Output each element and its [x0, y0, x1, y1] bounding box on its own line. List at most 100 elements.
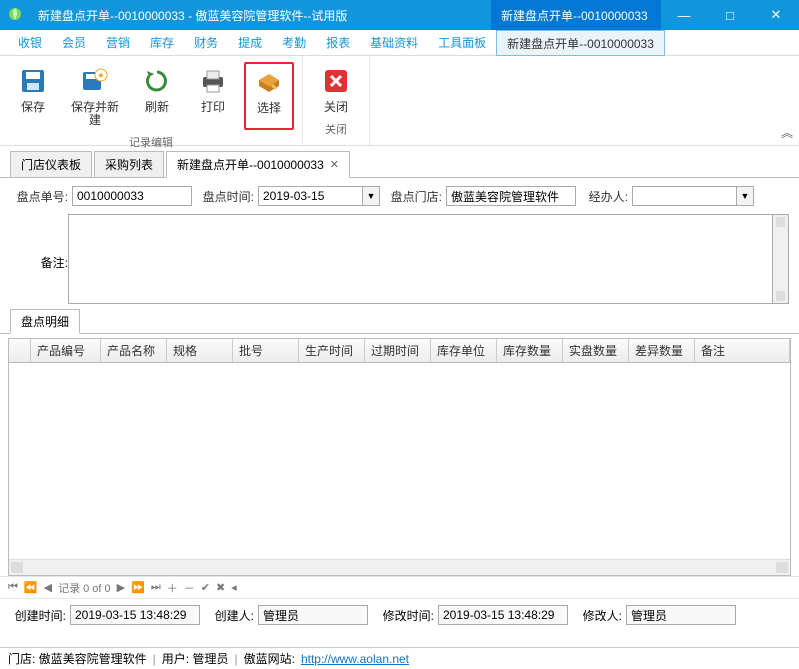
label-clerk: 经办人:	[580, 188, 628, 205]
save-button[interactable]: 保存	[8, 62, 58, 130]
menu-marketing[interactable]: 营销	[96, 30, 140, 55]
label-ctime: 创建时间:	[8, 607, 66, 624]
ribbon: 保存 ✦ 保存并新建 刷新 打印 选择 记录编辑 关	[0, 56, 799, 146]
nav-prev-icon[interactable]: ◀	[44, 581, 52, 594]
grid-body[interactable]	[9, 363, 790, 559]
menu-report[interactable]: 报表	[316, 30, 360, 55]
close-icon	[320, 65, 352, 97]
menu-commission[interactable]: 提成	[228, 30, 272, 55]
chevron-down-icon[interactable]: ▼	[362, 186, 380, 206]
menu-bar: 收银 会员 营销 库存 财务 提成 考勤 报表 基础资料 工具面板 新建盘点开单…	[0, 30, 799, 56]
label-cuser: 创建人:	[204, 607, 254, 624]
label-mtime: 修改时间:	[372, 607, 434, 624]
minimize-button[interactable]: —	[661, 0, 707, 30]
menu-finance[interactable]: 财务	[184, 30, 228, 55]
grid-header: 产品编号 产品名称 规格 批号 生产时间 过期时间 库存单位 库存数量 实盘数量…	[9, 339, 790, 363]
menu-tools[interactable]: 工具面板	[428, 30, 496, 55]
grid-hscroll[interactable]	[9, 559, 790, 575]
menu-attendance[interactable]: 考勤	[272, 30, 316, 55]
nav-remove-icon[interactable]: －	[184, 580, 195, 596]
status-site-label: 傲蓝网站:	[244, 650, 295, 667]
gridcol-unit[interactable]: 库存单位	[431, 339, 497, 362]
close-button[interactable]: 关闭	[311, 62, 361, 117]
refresh-button[interactable]: 刷新	[132, 62, 182, 130]
input-clerk[interactable]: ▼	[632, 186, 754, 206]
doctab-close-icon[interactable]: ✕	[330, 158, 339, 171]
print-icon	[197, 65, 229, 97]
nav-last-icon[interactable]: ⏭	[151, 581, 161, 594]
app-icon	[0, 6, 30, 25]
menu-basedata[interactable]: 基础资料	[360, 30, 428, 55]
field-ctime	[70, 605, 200, 625]
menu-current-doc[interactable]: 新建盘点开单--0010000033	[496, 30, 665, 56]
svg-text:✦: ✦	[97, 71, 105, 82]
doctab-dashboard[interactable]: 门店仪表板	[10, 151, 92, 177]
gridcol-exp[interactable]: 过期时间	[365, 339, 431, 362]
status-user: 用户: 管理员	[162, 650, 229, 667]
select-button[interactable]: 选择	[244, 62, 294, 130]
form-row-1: 盘点单号: 盘点时间: ▼ 盘点门店: 经办人: ▼	[0, 178, 799, 214]
field-cuser	[258, 605, 368, 625]
save-icon	[17, 65, 49, 97]
select-icon	[253, 66, 285, 98]
status-site-link[interactable]: http://www.aolan.net	[301, 652, 409, 666]
input-no[interactable]	[72, 186, 192, 206]
gridcol-realqty[interactable]: 实盘数量	[563, 339, 629, 362]
menu-member[interactable]: 会员	[52, 30, 96, 55]
label-no: 盘点单号:	[10, 188, 68, 205]
gridcol-mfg[interactable]: 生产时间	[299, 339, 365, 362]
detail-grid: 产品编号 产品名称 规格 批号 生产时间 过期时间 库存单位 库存数量 实盘数量…	[8, 338, 791, 576]
nav-add-icon[interactable]: ＋	[167, 580, 178, 596]
doctab-current[interactable]: 新建盘点开单--0010000033✕	[166, 151, 350, 178]
input-remark[interactable]	[68, 214, 773, 304]
nav-cancel-icon[interactable]: ✖	[216, 581, 225, 594]
nav-prevpage-icon[interactable]: ⏪	[24, 581, 38, 594]
gridcol-batch[interactable]: 批号	[233, 339, 299, 362]
field-muser	[626, 605, 736, 625]
menu-inventory[interactable]: 库存	[140, 30, 184, 55]
label-remark: 备注:	[10, 214, 68, 304]
ribbon-group-edit-label: 记录编辑	[0, 130, 302, 153]
gridcol-spec[interactable]: 规格	[167, 339, 233, 362]
input-store[interactable]	[446, 186, 576, 206]
nav-next-icon[interactable]: ▶	[117, 581, 125, 594]
gridcol-remark[interactable]: 备注	[695, 339, 790, 362]
maximize-button[interactable]: □	[707, 0, 753, 30]
save-new-button[interactable]: ✦ 保存并新建	[64, 62, 126, 130]
remark-scrollbar[interactable]	[773, 214, 789, 304]
nav-first-icon[interactable]: ⏮	[8, 581, 18, 594]
close-window-button[interactable]: ✕	[753, 0, 799, 30]
refresh-icon	[141, 65, 173, 97]
menu-cashier[interactable]: 收银	[8, 30, 52, 55]
status-bar: 门店: 傲蓝美容院管理软件 | 用户: 管理员 | 傲蓝网站: http://w…	[0, 647, 799, 669]
ribbon-group-edit: 保存 ✦ 保存并新建 刷新 打印 选择 记录编辑	[0, 56, 303, 145]
ribbon-collapse-button[interactable]: ︽	[781, 124, 793, 141]
chevron-down-icon[interactable]: ▼	[736, 186, 754, 206]
label-time: 盘点时间:	[196, 188, 254, 205]
gridcol-diff[interactable]: 差异数量	[629, 339, 695, 362]
doctab-purchase-list[interactable]: 采购列表	[94, 151, 164, 177]
input-time[interactable]: ▼	[258, 186, 380, 206]
status-store: 门店: 傲蓝美容院管理软件	[8, 650, 147, 667]
gridcol-code[interactable]: 产品编号	[31, 339, 101, 362]
gridcol-stockqty[interactable]: 库存数量	[497, 339, 563, 362]
document-tabs: 门店仪表板 采购列表 新建盘点开单--0010000033✕	[0, 152, 799, 178]
detail-tab-items[interactable]: 盘点明细	[10, 309, 80, 334]
nav-nextpage-icon[interactable]: ⏩	[131, 581, 145, 594]
ribbon-group-close-label: 关闭	[303, 117, 369, 140]
print-button[interactable]: 打印	[188, 62, 238, 130]
detail-tabs: 盘点明细	[0, 310, 799, 334]
gridcol-name[interactable]: 产品名称	[101, 339, 167, 362]
audit-row: 创建时间: 创建人: 修改时间: 修改人:	[0, 598, 799, 631]
nav-more-icon[interactable]: ◂	[231, 581, 237, 594]
active-file-tab[interactable]: 新建盘点开单--0010000033	[491, 0, 661, 30]
window-title: 新建盘点开单--0010000033 - 傲蓝美容院管理软件--试用版	[30, 7, 355, 24]
gridcol-selector[interactable]	[9, 339, 31, 362]
form-row-remark: 备注:	[0, 214, 799, 310]
ribbon-group-close: 关闭 关闭	[303, 56, 370, 145]
save-new-icon: ✦	[79, 65, 111, 97]
field-mtime	[438, 605, 568, 625]
nav-ok-icon[interactable]: ✔	[201, 581, 210, 594]
label-store: 盘点门店:	[384, 188, 442, 205]
nav-position: 记录 0 of 0	[58, 580, 111, 596]
